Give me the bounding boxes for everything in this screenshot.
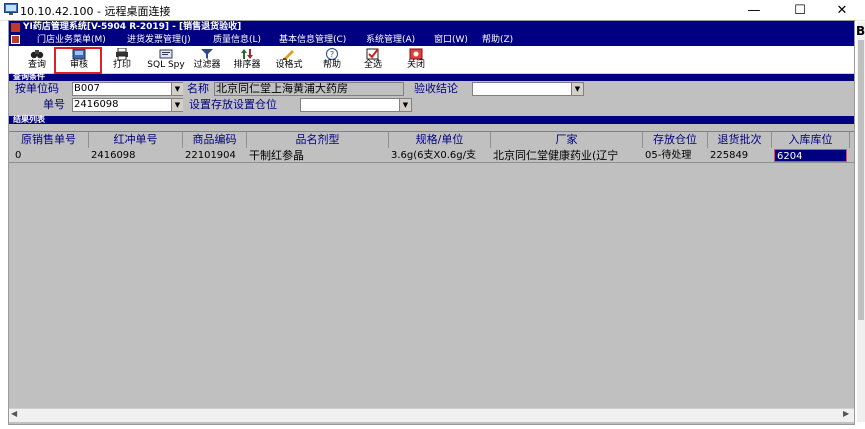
table-cell[interactable]: 05-待处理 [643, 149, 708, 162]
filter-button[interactable]: 过滤器 [189, 46, 225, 73]
filter-icon [200, 48, 214, 60]
app-titlebar: YI药店管理系统[V-5904 R-2019] - [销售退货验收] [9, 21, 854, 34]
name-field: 北京同仁堂上海黄浦大药房 [214, 82, 404, 96]
sorter-icon [240, 48, 254, 60]
col-header-orig-sale-no[interactable]: 原销售单号 [9, 132, 89, 148]
close-icon [409, 48, 423, 60]
chevron-down-icon: ▼ [174, 101, 181, 109]
menu-quality-info[interactable]: 质量信息(L) [213, 34, 261, 46]
toolbar: 查询 审核 打印 SQL Spy 过滤器 排序器 设格式 ? 帮助 全选 关闭 [9, 46, 854, 74]
result-section-header: 结果列表 [9, 115, 854, 124]
horizontal-scrollbar[interactable]: ◀ ▶ [9, 408, 854, 422]
menu-bar: 门店业务菜单(M) 进货发票管理(J) 质量信息(L) 基本信息管理(C) 系统… [9, 34, 854, 46]
app-title: YI药店管理系统[V-5904 R-2019] - [销售退货验收] [23, 22, 242, 32]
storage-location-select[interactable] [300, 98, 412, 112]
query-section-header: 查询条件 [9, 72, 854, 81]
results-grid[interactable]: 原销售单号 红冲单号 商品编码 品名剂型 规格/单位 厂家 存放仓位 退货批次 … [9, 124, 854, 424]
edge-letter: B [856, 24, 865, 38]
menu-store-business[interactable]: 门店业务菜单(M) [37, 34, 106, 46]
col-header-manufacturer[interactable]: 厂家 [491, 132, 643, 148]
table-cell[interactable]: 北京同仁堂健康药业(辽宁 [491, 149, 643, 162]
unit-code-field[interactable]: B007 [72, 82, 183, 96]
storage-location-dropdown[interactable]: ▼ [399, 99, 411, 111]
audit-button-highlight [54, 47, 102, 74]
help-icon: ? [325, 48, 339, 60]
row-divider [9, 162, 854, 163]
order-no-field[interactable]: 2416098 [72, 98, 183, 112]
remote-desktop-icon [4, 3, 18, 15]
select-all-icon [366, 48, 380, 60]
scroll-left-icon[interactable]: ◀ [11, 409, 17, 418]
col-header-storage-location[interactable]: 存放仓位 [643, 132, 708, 148]
col-header-red-offset-no[interactable]: 红冲单号 [89, 132, 183, 148]
maximize-button[interactable]: ☐ [777, 0, 823, 20]
binoculars-icon [30, 48, 44, 60]
chevron-down-icon: ▼ [402, 101, 409, 109]
inspection-result-label: 验收结论 [414, 82, 458, 95]
minimize-button[interactable]: — [731, 0, 777, 20]
menu-help[interactable]: 帮助(Z) [482, 34, 513, 46]
unit-code-dropdown[interactable]: ▼ [171, 83, 183, 95]
name-label: 名称 [187, 82, 209, 95]
table-cell[interactable]: 22101904 [183, 149, 247, 162]
query-panel: 按单位码 B007 ▼ 名称 北京同仁堂上海黄浦大药房 验收结论 ▼ 单号 24… [9, 81, 854, 116]
col-header-warehouse-location[interactable]: 入库库位 [772, 132, 850, 148]
menu-window[interactable]: 窗口(W) [434, 34, 468, 46]
table-cell[interactable]: 3.6g(6支X0.6g/支 [389, 149, 491, 162]
col-header-return-batch[interactable]: 退货批次 [708, 132, 772, 148]
sql-spy-icon [159, 48, 173, 60]
order-no-dropdown[interactable]: ▼ [171, 99, 183, 111]
help-button[interactable]: ? 帮助 [314, 46, 350, 73]
chevron-down-icon: ▼ [574, 85, 581, 93]
menu-purchase-invoice[interactable]: 进货发票管理(J) [127, 34, 191, 46]
col-header-product-code[interactable]: 商品编码 [183, 132, 247, 148]
remote-desktop-titlebar: 10.10.42.100 - 远程桌面连接 — ☐ ✕ [0, 0, 865, 21]
menu-basic-info[interactable]: 基本信息管理(C) [279, 34, 346, 46]
selected-table-cell[interactable]: 6204 [774, 149, 847, 162]
print-button[interactable]: 打印 [104, 46, 140, 73]
menu-app-icon[interactable] [11, 35, 20, 44]
table-cell[interactable]: 干制红参晶 [247, 149, 389, 162]
inspection-result-select[interactable] [472, 82, 584, 96]
scroll-right-icon[interactable]: ▶ [843, 409, 849, 418]
inspection-result-dropdown[interactable]: ▼ [571, 83, 583, 95]
svg-text:?: ? [330, 50, 334, 59]
unit-code-label: 按单位码 [15, 82, 59, 95]
close-button[interactable]: 关闭 [398, 46, 434, 73]
format-icon [282, 48, 296, 60]
outer-scroll-thumb[interactable] [858, 40, 864, 320]
menu-system-management[interactable]: 系统管理(A) [366, 34, 415, 46]
format-button[interactable]: 设格式 [271, 46, 307, 73]
app-window: YI药店管理系统[V-5904 R-2019] - [销售退货验收] 门店业务菜… [8, 20, 855, 425]
table-cell[interactable]: 0 [13, 149, 89, 162]
sql-spy-button[interactable]: SQL Spy [144, 46, 188, 73]
storage-location-label: 设置存放设置仓位 [189, 98, 277, 111]
col-header-product-name[interactable]: 品名剂型 [247, 132, 389, 148]
table-cell[interactable]: 2416098 [89, 149, 183, 162]
chevron-down-icon: ▼ [174, 85, 181, 93]
remote-desktop-title: 10.10.42.100 - 远程桌面连接 [20, 5, 171, 18]
select-all-button[interactable]: 全选 [355, 46, 391, 73]
close-window-button[interactable]: ✕ [819, 0, 865, 20]
query-button[interactable]: 查询 [19, 46, 55, 73]
printer-icon [115, 48, 129, 60]
table-cell[interactable]: 225849 [708, 149, 772, 162]
app-icon [11, 23, 20, 32]
order-no-label: 单号 [43, 98, 65, 111]
sorter-button[interactable]: 排序器 [229, 46, 265, 73]
col-header-spec-unit[interactable]: 规格/单位 [389, 132, 491, 148]
